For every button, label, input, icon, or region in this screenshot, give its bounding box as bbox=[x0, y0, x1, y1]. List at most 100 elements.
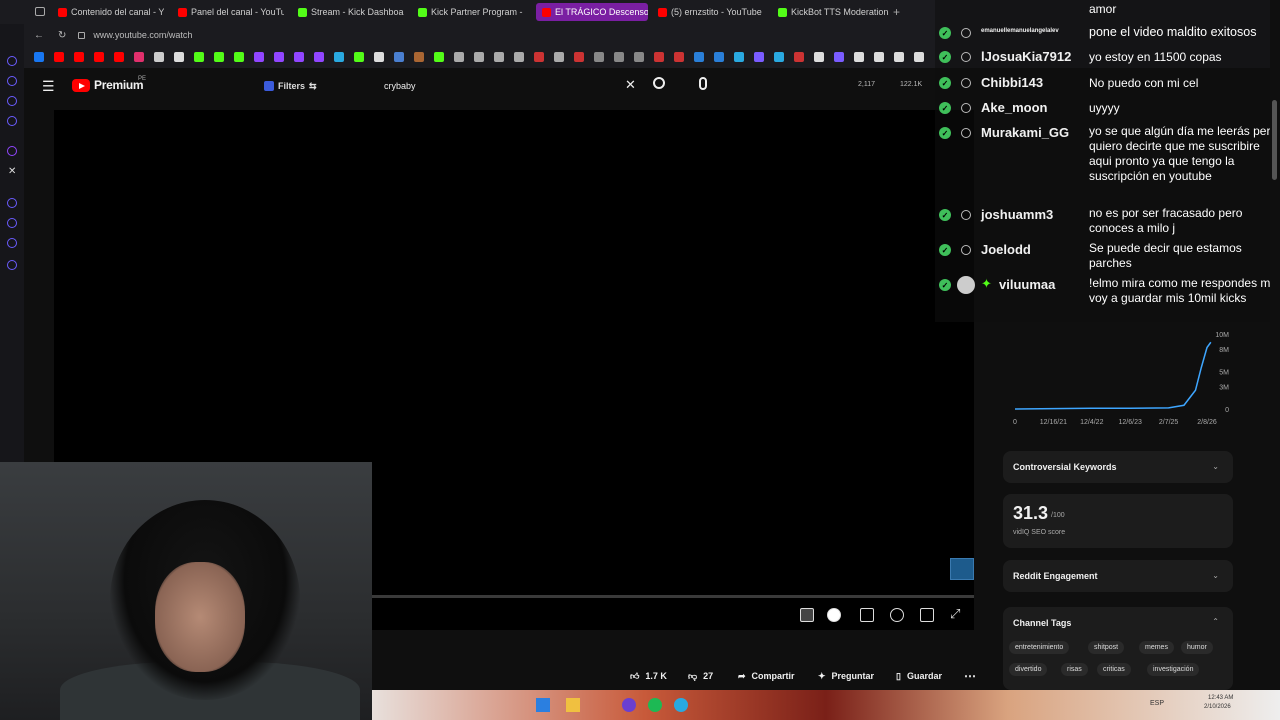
facebook-icon[interactable] bbox=[34, 52, 44, 62]
ask-button[interactable]: ✦ Preguntar bbox=[818, 666, 874, 686]
bookmark-icon[interactable] bbox=[714, 52, 724, 62]
approve-check-icon[interactable]: ✓ bbox=[939, 27, 951, 39]
channel-watermark[interactable] bbox=[950, 558, 974, 580]
bookmark-icon[interactable] bbox=[634, 52, 644, 62]
bookmark-icon[interactable] bbox=[654, 52, 664, 62]
twitch-icon[interactable] bbox=[314, 52, 324, 62]
autoplay-toggle-icon[interactable] bbox=[827, 608, 841, 622]
theater-mode-icon[interactable] bbox=[920, 608, 934, 622]
sidebar-app-icon[interactable] bbox=[7, 96, 17, 106]
filters-button[interactable]: Filters ⇆ bbox=[264, 77, 317, 95]
youtube-logo-icon[interactable] bbox=[72, 79, 90, 92]
x-icon[interactable]: ✕ bbox=[8, 166, 16, 177]
sidebar-app-icon[interactable] bbox=[7, 116, 17, 126]
spotify-icon[interactable] bbox=[648, 698, 662, 712]
new-tab-icon[interactable]: + bbox=[893, 5, 900, 19]
bookmark-icon[interactable] bbox=[554, 52, 564, 62]
browser-icon[interactable] bbox=[674, 698, 688, 712]
bookmark-icon[interactable] bbox=[774, 52, 784, 62]
app-icon[interactable] bbox=[622, 698, 636, 712]
bookmark-icon[interactable] bbox=[334, 52, 344, 62]
subtitles-icon[interactable] bbox=[860, 608, 874, 622]
sidebar-app-icon[interactable] bbox=[7, 76, 17, 86]
tag-chip[interactable]: humor bbox=[1181, 641, 1213, 654]
bookmark-icon[interactable] bbox=[594, 52, 604, 62]
bookmark-icon[interactable] bbox=[514, 52, 524, 62]
approve-check-icon[interactable]: ✓ bbox=[939, 209, 951, 221]
video-progress-bar[interactable] bbox=[372, 595, 974, 598]
twitch-icon[interactable] bbox=[274, 52, 284, 62]
tag-chip[interactable]: criticas bbox=[1097, 663, 1131, 676]
clear-search-icon[interactable]: ✕ bbox=[625, 77, 636, 93]
bookmark-icon[interactable] bbox=[894, 52, 904, 62]
bookmark-icon[interactable] bbox=[474, 52, 484, 62]
bookmark-icon[interactable] bbox=[374, 52, 384, 62]
instagram-icon[interactable] bbox=[134, 52, 144, 62]
youtube-icon[interactable] bbox=[94, 52, 104, 62]
back-icon[interactable]: ← bbox=[34, 30, 44, 41]
scrollbar[interactable] bbox=[1270, 0, 1280, 690]
bookmark-icon[interactable] bbox=[814, 52, 824, 62]
bookmark-icon[interactable] bbox=[394, 52, 404, 62]
more-actions-icon[interactable]: ⋯ bbox=[964, 666, 976, 686]
tab-3[interactable]: Stream - Kick Dashboard bbox=[298, 3, 404, 21]
tab-list-icon[interactable] bbox=[35, 7, 45, 16]
bookmark-icon[interactable] bbox=[834, 52, 844, 62]
search-icon[interactable] bbox=[653, 77, 665, 89]
file-explorer-icon[interactable] bbox=[566, 698, 580, 712]
approve-check-icon[interactable]: ✓ bbox=[939, 279, 951, 291]
url-field[interactable]: www.youtube.com/watch bbox=[93, 30, 192, 40]
tab-5-active[interactable]: El TRÁGICO Descenso a l bbox=[536, 3, 648, 21]
bookmark-icon[interactable] bbox=[454, 52, 464, 62]
scrollbar-thumb[interactable] bbox=[1272, 100, 1277, 180]
approve-check-icon[interactable]: ✓ bbox=[939, 102, 951, 114]
tab-7[interactable]: KickBot TTS Moderation bbox=[778, 3, 888, 21]
twitch-icon[interactable] bbox=[294, 52, 304, 62]
bookmark-icon[interactable] bbox=[574, 52, 584, 62]
settings-icon[interactable] bbox=[7, 260, 17, 270]
microphone-icon[interactable] bbox=[699, 77, 707, 90]
bookmark-icon[interactable] bbox=[914, 52, 924, 62]
sidebar-app-icon[interactable] bbox=[7, 238, 17, 248]
tab-4[interactable]: Kick Partner Program - Ki bbox=[418, 3, 524, 21]
chevron-up-icon[interactable]: ⌃ bbox=[1212, 617, 1219, 626]
dislike-button[interactable]: 👎︎ 27 bbox=[688, 666, 713, 686]
bookmark-icon[interactable] bbox=[614, 52, 624, 62]
sidebar-app-icon[interactable] bbox=[7, 218, 17, 228]
reddit-engagement-card[interactable]: Reddit Engagement ⌄ bbox=[1003, 560, 1233, 592]
tag-chip[interactable]: divertido bbox=[1009, 663, 1048, 676]
reload-icon[interactable]: ↻ bbox=[58, 30, 66, 41]
youtube-icon[interactable] bbox=[114, 52, 124, 62]
save-button[interactable]: ▯ Guardar bbox=[896, 666, 942, 686]
fullscreen-icon[interactable]: ⤢ bbox=[950, 606, 960, 622]
chevron-down-icon[interactable]: ⌄ bbox=[1212, 571, 1219, 580]
kick-icon[interactable] bbox=[214, 52, 224, 62]
tag-chip[interactable]: investigación bbox=[1147, 663, 1200, 676]
bookmark-icon[interactable] bbox=[414, 52, 424, 62]
tab-6[interactable]: (5) ernzstito - YouTube bbox=[658, 3, 764, 21]
vidiq-player-icon[interactable] bbox=[800, 608, 814, 622]
tab-1[interactable]: Contenido del canal - You bbox=[58, 3, 164, 21]
tag-chip[interactable]: shitpost bbox=[1088, 641, 1125, 654]
bookmark-icon[interactable] bbox=[674, 52, 684, 62]
twitch-icon[interactable] bbox=[254, 52, 264, 62]
youtube-icon[interactable] bbox=[54, 52, 64, 62]
tag-chip[interactable]: risas bbox=[1061, 663, 1088, 676]
bookmark-icon[interactable] bbox=[734, 52, 744, 62]
like-button[interactable]: 👍︎ 1.7 K bbox=[630, 666, 667, 686]
windows-start-icon[interactable] bbox=[536, 698, 550, 712]
bookmark-icon[interactable] bbox=[794, 52, 804, 62]
kick-icon[interactable] bbox=[434, 52, 444, 62]
language-indicator[interactable]: ESP bbox=[1150, 700, 1164, 707]
kick-icon[interactable] bbox=[354, 52, 364, 62]
bookmark-icon[interactable] bbox=[874, 52, 884, 62]
sidebar-app-icon[interactable] bbox=[7, 56, 17, 66]
tag-chip[interactable]: entretenimiento bbox=[1009, 641, 1070, 654]
approve-check-icon[interactable]: ✓ bbox=[939, 77, 951, 89]
bookmark-icon[interactable] bbox=[694, 52, 704, 62]
menu-icon[interactable]: ☰ bbox=[42, 78, 55, 95]
bookmark-icon[interactable] bbox=[494, 52, 504, 62]
approve-check-icon[interactable]: ✓ bbox=[939, 127, 951, 139]
approve-check-icon[interactable]: ✓ bbox=[939, 244, 951, 256]
clock-time[interactable]: 12:43 AM bbox=[1208, 695, 1233, 701]
